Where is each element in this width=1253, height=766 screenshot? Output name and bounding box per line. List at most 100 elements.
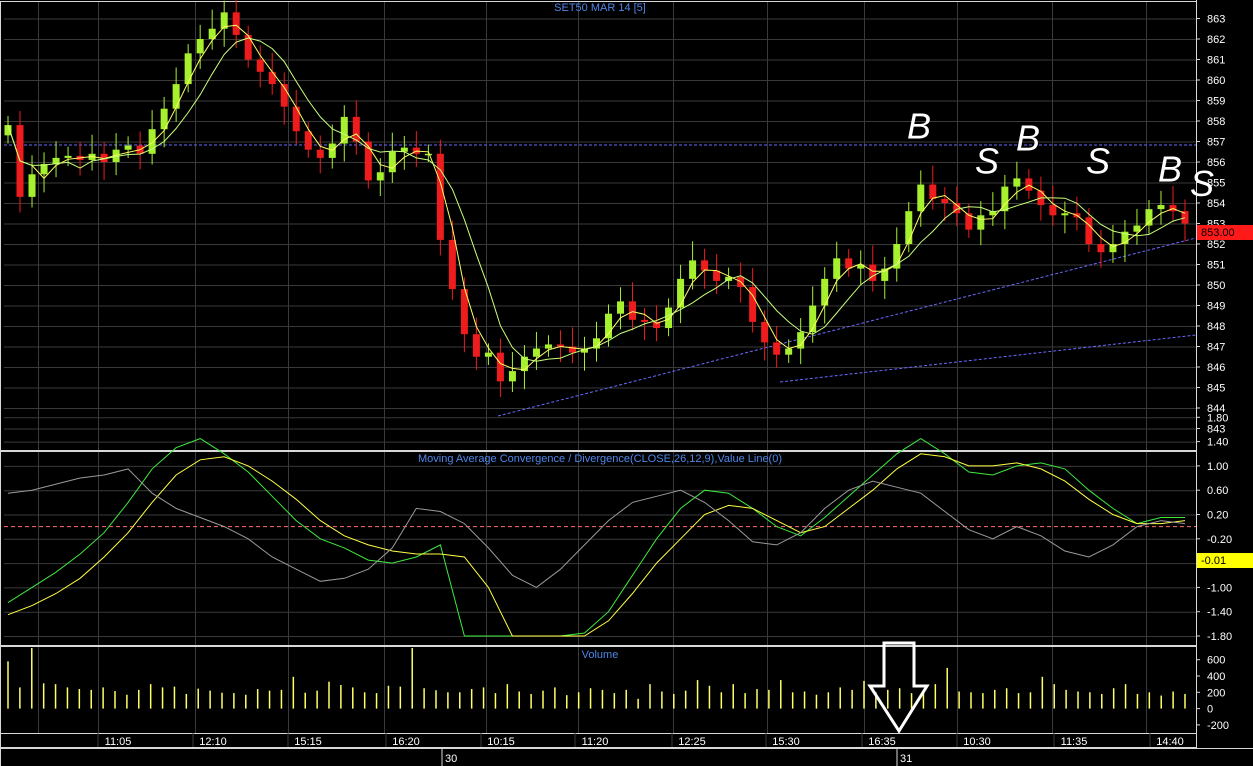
price-tick-label: 848 xyxy=(1207,321,1225,333)
candle-body xyxy=(448,239,456,290)
candle-body xyxy=(677,278,685,308)
candle-body xyxy=(1049,205,1057,216)
candle-body xyxy=(605,313,613,339)
volume-panel-title: Volume xyxy=(582,649,619,661)
candle-body xyxy=(1013,178,1021,187)
signal-marker-s: S xyxy=(1086,140,1110,181)
signal-marker-s: S xyxy=(1190,163,1214,204)
price-tag: 853.00 xyxy=(1197,225,1253,240)
macd-tick-label: 1.40 xyxy=(1207,437,1228,449)
time-label: 15:15 xyxy=(294,736,322,748)
macd-tick-label: 1.80 xyxy=(1207,412,1228,424)
candle-body xyxy=(1085,217,1093,244)
candle-body xyxy=(496,352,504,382)
macd-tick-label: 0.60 xyxy=(1207,485,1228,497)
candle-body xyxy=(785,348,793,355)
candle-body xyxy=(617,301,625,314)
time-label: 16:35 xyxy=(868,736,896,748)
candle-body xyxy=(1025,178,1033,191)
candle-body xyxy=(292,106,300,132)
candle-body xyxy=(629,301,637,320)
candle-body xyxy=(28,174,36,197)
macd-tick-label: -0.20 xyxy=(1207,534,1232,546)
candle-body xyxy=(977,215,985,230)
price-tick-label: 857 xyxy=(1207,137,1225,149)
macd-tick-label: -1.00 xyxy=(1207,582,1232,594)
macd-value-tag: -0.01 xyxy=(1197,553,1253,568)
macd-tag-text: -0.01 xyxy=(1201,555,1226,567)
candle-body xyxy=(400,147,408,152)
candle-body xyxy=(941,198,949,203)
time-label: 14:40 xyxy=(1156,736,1184,748)
candle-body xyxy=(641,319,649,322)
day-label: 31 xyxy=(900,753,912,765)
candle-body xyxy=(184,53,192,85)
price-tag-text: 853.00 xyxy=(1201,227,1235,239)
candle-body xyxy=(544,344,552,349)
stock-chart: SET50 MAR 14 [5] 863 862 861 860 859 858 857 85… xyxy=(0,0,1253,766)
candle-body xyxy=(532,348,540,357)
price-tick-label: 846 xyxy=(1207,362,1225,374)
signal-marker-b: B xyxy=(1016,118,1040,159)
price-tick-label: 858 xyxy=(1207,116,1225,128)
price-tick-label: 849 xyxy=(1207,301,1225,313)
macd-panel-title: Moving Average Convergence / Divergence(… xyxy=(418,453,782,465)
candle-body xyxy=(1061,213,1069,216)
candle-body xyxy=(917,184,925,212)
candle-body xyxy=(1097,244,1105,253)
volume-tick-label: -200 xyxy=(1207,720,1229,732)
candle-body xyxy=(316,149,324,158)
time-label: 11:35 xyxy=(1061,736,1088,748)
candle-body xyxy=(905,211,913,244)
price-tick-label: 861 xyxy=(1207,55,1225,67)
time-label: 15:30 xyxy=(772,736,800,748)
candle-body xyxy=(929,184,937,199)
candle-body xyxy=(472,334,480,357)
price-tick-label: 850 xyxy=(1207,280,1225,292)
candle-body xyxy=(1157,205,1165,210)
volume-tick-label: 200 xyxy=(1207,687,1225,699)
time-label: 11:05 xyxy=(105,736,132,748)
candle-body xyxy=(484,352,492,357)
price-tick-label: 851 xyxy=(1207,260,1225,272)
time-label: 10:15 xyxy=(487,736,515,748)
candle-body xyxy=(388,151,396,173)
price-tick-label: 852 xyxy=(1207,239,1225,251)
candle-body xyxy=(689,260,697,279)
signal-marker-s: S xyxy=(975,140,999,181)
candle-body xyxy=(232,12,240,35)
price-tick-label: 863 xyxy=(1207,14,1225,26)
volume-tick-label: 400 xyxy=(1207,671,1225,683)
price-tick-label: 845 xyxy=(1207,383,1225,395)
price-panel-title: SET50 MAR 14 [5] xyxy=(554,2,646,14)
signal-marker-b: B xyxy=(907,105,931,146)
candle-body xyxy=(304,131,312,150)
candle-body xyxy=(352,116,360,142)
candle-body xyxy=(761,321,769,343)
candle-body xyxy=(256,59,264,72)
price-tick-label: 843 xyxy=(1207,424,1225,436)
candle-body xyxy=(424,153,432,156)
candle-body xyxy=(1145,209,1153,226)
time-label: 10:30 xyxy=(963,736,991,748)
candle-body xyxy=(364,141,372,181)
candle-body xyxy=(64,155,72,158)
price-tick-label: 847 xyxy=(1207,342,1225,354)
candle-body xyxy=(833,258,841,279)
price-tick-label: 859 xyxy=(1207,96,1225,108)
macd-tick-label: 0.20 xyxy=(1207,510,1228,522)
day-label: 30 xyxy=(445,753,457,765)
macd-tick-label: -1.80 xyxy=(1207,631,1232,643)
candle-body xyxy=(376,172,384,181)
price-tick-label: 860 xyxy=(1207,75,1225,87)
time-label: 16:20 xyxy=(392,736,420,748)
candle-body xyxy=(845,258,853,269)
candle-body xyxy=(665,307,673,329)
candle-body xyxy=(436,153,444,240)
time-label: 12:25 xyxy=(678,736,706,748)
time-label: 11:20 xyxy=(582,736,609,748)
time-label: 12:10 xyxy=(199,736,227,748)
volume-tick-label: 0 xyxy=(1207,704,1213,716)
price-tick-label: 862 xyxy=(1207,34,1225,46)
candle-body xyxy=(773,342,781,355)
